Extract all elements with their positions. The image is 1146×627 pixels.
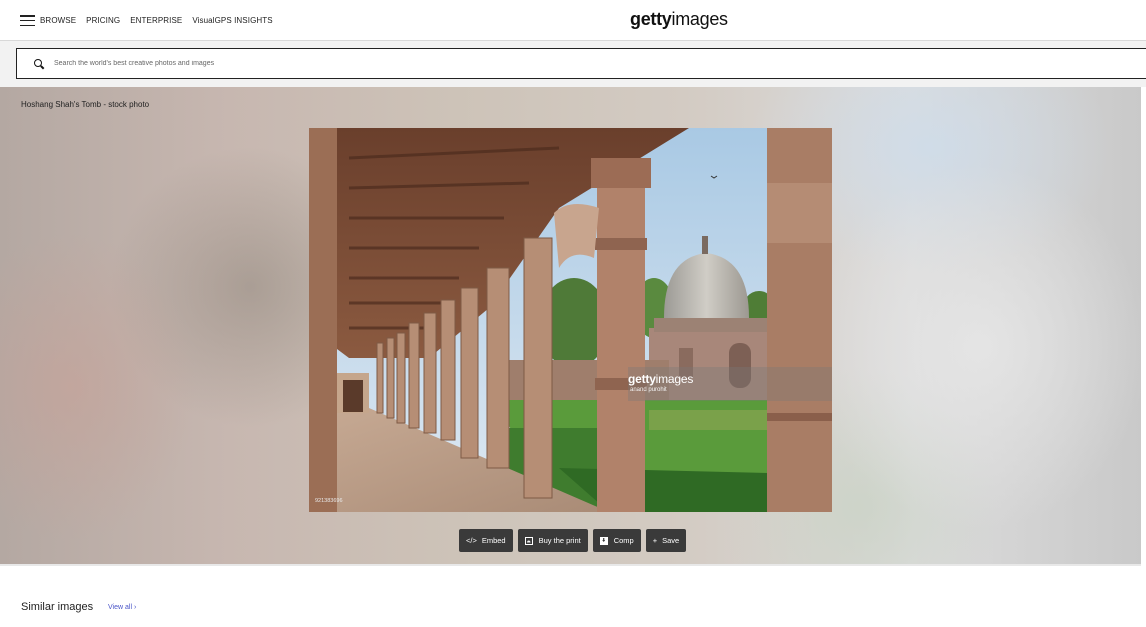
save-label: Save [662, 536, 680, 545]
code-icon: </> [466, 535, 477, 545]
nav-browse[interactable]: BROWSE [40, 15, 76, 26]
comp-button[interactable]: Comp [592, 529, 641, 552]
gettyimages-logo[interactable]: gettyimages [630, 9, 728, 30]
image-icon [524, 536, 533, 545]
search-bar [16, 48, 1146, 79]
comp-label: Comp [613, 536, 634, 545]
plus-icon: + [652, 535, 658, 545]
download-icon [599, 536, 608, 545]
embed-label: Embed [481, 536, 506, 545]
top-navigation: BROWSE PRICING ENTERPRISE VisualGPS INSI… [0, 0, 1146, 41]
nav-enterprise[interactable]: ENTERPRISE [130, 15, 182, 26]
embed-button[interactable]: </> Embed [459, 529, 513, 552]
save-button[interactable]: + Save [645, 529, 687, 552]
chevron-right-icon: › [133, 604, 137, 611]
buy-print-button[interactable]: Buy the print [517, 529, 588, 552]
search-icon[interactable] [34, 58, 44, 70]
nav-menu: BROWSE PRICING ENTERPRISE VisualGPS INSI… [20, 15, 283, 26]
search-input[interactable] [54, 60, 654, 67]
photo-illustration [309, 128, 832, 512]
hero-edge [1141, 87, 1146, 564]
watermark-logo: gettyimages [628, 372, 693, 386]
asset-title: Hoshang Shah's Tomb - stock photo [21, 100, 150, 109]
view-all-label: View all [108, 604, 132, 611]
nav-pricing[interactable]: PRICING [86, 15, 120, 26]
hamburger-menu-icon[interactable] [20, 15, 35, 26]
section-divider [0, 564, 1141, 566]
logo-light-text: images [671, 9, 729, 29]
watermark-bold: getty [628, 372, 656, 386]
buy-print-label: Buy the print [538, 536, 581, 545]
action-buttons: </> Embed Buy the print Comp + Save [459, 529, 687, 552]
view-all-link[interactable]: View all › [108, 604, 136, 611]
stock-photo[interactable] [309, 128, 832, 512]
nav-visualgps-insights[interactable]: VisualGPS INSIGHTS [192, 15, 272, 26]
logo-bold-text: getty [630, 9, 672, 29]
photo-id: 921383696 [315, 498, 343, 504]
photographer-credit: anand purohit [630, 387, 667, 393]
similar-images-heading: Similar images [21, 601, 94, 613]
watermark-light: images [655, 372, 694, 386]
